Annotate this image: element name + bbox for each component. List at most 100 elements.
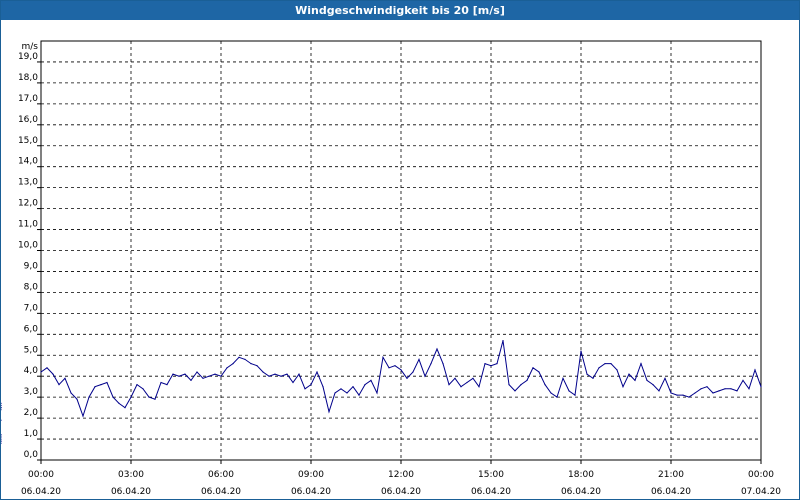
x-tick-date-label: 06.04.20 [561,487,601,497]
data-point [46,367,48,369]
y-tick-label: 6,0 [24,324,39,334]
data-point [358,394,360,396]
data-point [454,377,456,379]
data-point [214,373,216,375]
data-point [304,388,306,390]
x-tick-date-label: 06.04.20 [651,487,691,497]
data-point [556,396,558,398]
data-point [436,348,438,350]
data-point [1,409,2,411]
x-tick-time-label: 21:00 [658,470,684,480]
y-tick-label: 2,0 [24,408,39,418]
x-tick-date-label: 06.04.20 [111,487,151,497]
data-point [736,390,738,392]
data-point [238,356,240,358]
data-point [718,390,720,392]
x-tick-time-label: 18:00 [568,470,594,480]
data-point [1,404,2,407]
data-point [604,363,606,365]
data-point [568,390,570,392]
data-point [286,373,288,375]
y-tick-label: 7,0 [24,303,39,313]
data-point [760,386,762,388]
data-point [142,388,144,390]
data-point [406,377,408,379]
data-point [700,388,702,390]
data-point [328,411,330,413]
data-point [292,381,294,384]
data-point [424,375,426,377]
data-point [88,396,90,398]
y-tick-label: 11,0 [18,220,38,230]
data-point [580,350,582,352]
data-point [658,390,660,392]
y-tick-label: 9,0 [24,261,39,271]
data-point [598,367,600,369]
data-point [430,363,432,365]
data-point [670,392,672,394]
data-point [148,396,150,398]
x-tick-date-label: 06.04.20 [21,487,61,497]
data-point [382,356,384,358]
data-point [448,384,450,386]
data-point [106,381,108,384]
data-point [562,377,564,379]
y-tick-label: 10,0 [18,241,38,251]
data-point [178,375,180,377]
data-point [1,419,2,421]
data-point [82,415,84,417]
data-point [172,373,174,375]
data-point [262,371,264,373]
line-chart: 0,0 1,0 2,0 3,0 4,0 5,0 6,0 7,0 8,0 9,0 10,0 11,0 12… [1,40,781,497]
data-point [226,367,228,369]
data-point [1,438,2,440]
data-point [346,392,348,394]
data-point [652,384,654,386]
data-point [628,373,630,375]
data-point [616,369,618,371]
data-point [676,394,678,396]
data-point [64,377,66,379]
data-point [1,440,2,442]
data-point [154,398,156,400]
data-point [550,392,552,394]
data-point [592,377,594,379]
data-point [754,369,756,371]
data-point [490,365,492,367]
data-point [520,384,522,386]
data-point [622,386,624,388]
data-point [694,392,696,394]
data-point [364,384,366,386]
data-point [202,377,204,379]
y-axis-ticks: 0,0 1,0 2,0 3,0 4,0 5,0 6,0 7,0 8,0 9,0 10,0 11,0 12… [18,52,41,461]
data-point [232,363,234,365]
data-point [136,384,138,386]
x-tick-time-label: 09:00 [298,470,324,480]
data-point [586,373,588,375]
y-tick-label: 4,0 [24,366,39,376]
data-point [742,379,744,381]
data-point [646,379,648,381]
data-point [184,373,186,375]
x-tick-time-label: 12:00 [388,470,414,480]
data-point [1,407,2,409]
data-point [322,386,324,388]
y-tick-label: 14,0 [18,157,38,167]
x-tick-time-label: 06:00 [208,470,234,480]
x-tick-date-label: 07.04.20 [741,487,781,497]
data-point [496,363,498,365]
data-point [310,384,312,386]
data-point [100,384,102,386]
data-point [442,363,444,365]
data-point [376,392,378,394]
data-point [508,384,510,386]
data-point [388,367,390,369]
data-point [370,379,372,381]
data-point [544,384,546,386]
data-point [190,379,192,381]
data-point [484,363,486,365]
y-tick-label: 15,0 [18,136,38,146]
data-point [334,392,336,394]
data-point [352,386,354,388]
data-point [682,394,684,396]
